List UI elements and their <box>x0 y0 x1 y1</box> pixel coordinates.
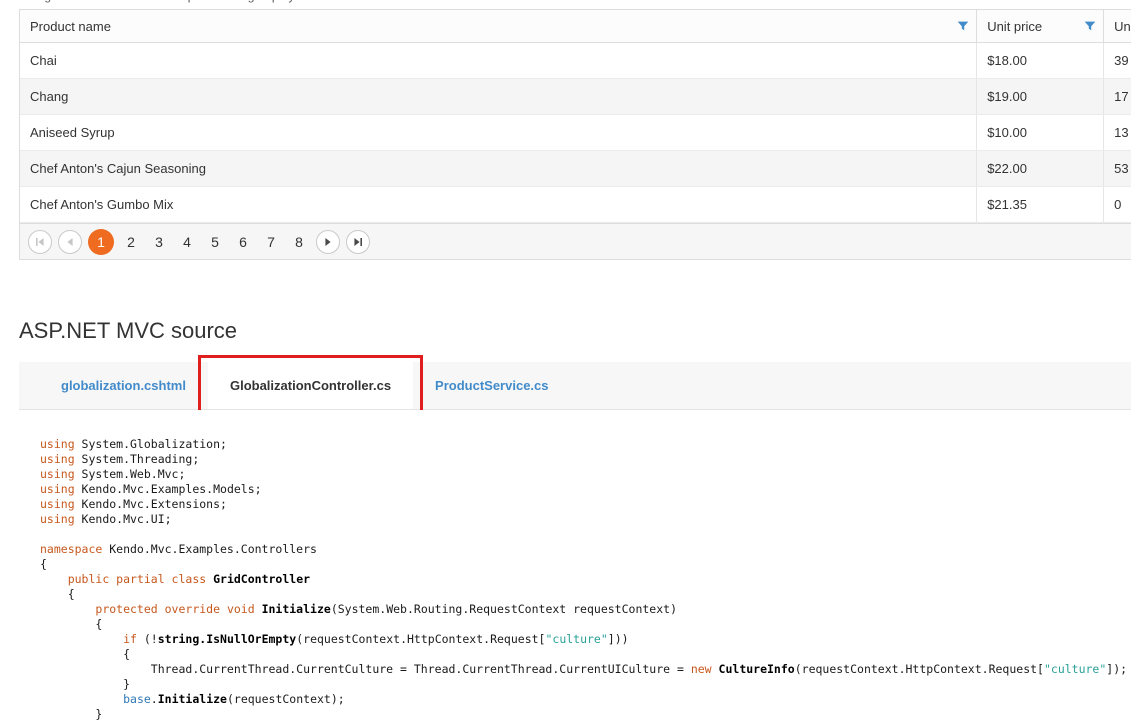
code-line: public partial class GridController <box>40 572 1131 587</box>
column-header-label: Product name <box>30 19 111 34</box>
cell-units-in-stock: 39 <box>1104 43 1131 78</box>
code-line: { <box>40 647 1131 662</box>
next-page-icon <box>323 237 333 247</box>
cell-unit-price: $19.00 <box>977 79 1104 114</box>
cell-unit-price: $22.00 <box>977 151 1104 186</box>
previous-page-icon <box>65 237 75 247</box>
page-number[interactable]: 3 <box>148 234 170 250</box>
cell-product-name: Chef Anton's Gumbo Mix <box>20 187 977 222</box>
last-page-button[interactable] <box>346 230 370 254</box>
tab-globalization-controller-cs[interactable]: GlobalizationController.cs <box>208 362 413 409</box>
column-header-unit-price[interactable]: Unit price <box>977 10 1104 42</box>
code-line: using System.Threading; <box>40 452 1131 467</box>
table-row: Chef Anton's Cajun Seasoning $22.00 53 <box>20 151 1131 187</box>
code-line: protected override void Initialize(Syste… <box>40 602 1131 617</box>
code-line: using Kendo.Mvc.UI; <box>40 512 1131 527</box>
code-line: } <box>40 677 1131 692</box>
code-line: base.Initialize(requestContext); <box>40 692 1131 707</box>
group-panel-hint: Drag a column header and drop it here to… <box>25 0 360 3</box>
cell-unit-price: $21.35 <box>977 187 1104 222</box>
first-page-button[interactable] <box>28 230 52 254</box>
page-number[interactable]: 7 <box>260 234 282 250</box>
page-number[interactable]: 2 <box>120 234 142 250</box>
previous-page-button[interactable] <box>58 230 82 254</box>
page-number[interactable]: 5 <box>204 234 226 250</box>
code-line: using System.Web.Mvc; <box>40 467 1131 482</box>
page-title: ASP.NET MVC source <box>19 318 237 344</box>
cell-unit-price: $18.00 <box>977 43 1104 78</box>
table-row: Chai $18.00 39 <box>20 43 1131 79</box>
next-page-button[interactable] <box>316 230 340 254</box>
cell-product-name: Aniseed Syrup <box>20 115 977 150</box>
page-number[interactable]: 8 <box>288 234 310 250</box>
tab-label: GlobalizationController.cs <box>230 378 391 393</box>
code-line: namespace Kendo.Mvc.Examples.Controllers <box>40 542 1131 557</box>
page-number-selected[interactable]: 1 <box>88 229 114 255</box>
first-page-icon <box>35 237 45 247</box>
filter-icon[interactable] <box>1084 20 1096 32</box>
table-row: Chef Anton's Gumbo Mix $21.35 0 <box>20 187 1131 223</box>
filter-icon[interactable] <box>957 20 969 32</box>
code-line: } <box>40 707 1131 722</box>
page-number[interactable]: 4 <box>176 234 198 250</box>
cell-product-name: Chai <box>20 43 977 78</box>
code-line: using System.Globalization; <box>40 437 1131 452</box>
column-header-product-name[interactable]: Product name <box>20 10 977 42</box>
grid: Product name Unit price Units in stock C… <box>19 9 1131 260</box>
code-line: if (!string.IsNullOrEmpty(requestContext… <box>40 632 1131 647</box>
product-grid: Drag a column header and drop it here to… <box>19 0 1131 260</box>
cell-units-in-stock: 17 <box>1104 79 1131 114</box>
code-line: { <box>40 557 1131 572</box>
code-line: using Kendo.Mvc.Examples.Models; <box>40 482 1131 497</box>
column-header-label: Units in stock <box>1114 19 1131 34</box>
source-tabstrip: globalization.cshtml GlobalizationContro… <box>19 362 1131 410</box>
cell-unit-price: $10.00 <box>977 115 1104 150</box>
last-page-icon <box>353 237 363 247</box>
grid-pager: 1 2 3 4 5 6 7 8 <box>20 223 1131 259</box>
code-line: Thread.CurrentThread.CurrentCulture = Th… <box>40 662 1131 677</box>
code-line: { <box>40 617 1131 632</box>
column-header-units-in-stock[interactable]: Units in stock <box>1104 10 1131 42</box>
code-line: { <box>40 587 1131 602</box>
code-line <box>40 527 1131 542</box>
code-line: using Kendo.Mvc.Extensions; <box>40 497 1131 512</box>
tab-globalization-cshtml[interactable]: globalization.cshtml <box>39 362 208 409</box>
cell-units-in-stock: 13 <box>1104 115 1131 150</box>
code-block: using System.Globalization;using System.… <box>19 410 1131 727</box>
grid-header-row: Product name Unit price Units in stock <box>20 10 1131 43</box>
cell-units-in-stock: 53 <box>1104 151 1131 186</box>
cell-product-name: Chang <box>20 79 977 114</box>
cell-product-name: Chef Anton's Cajun Seasoning <box>20 151 977 186</box>
group-panel-clipped: Drag a column header and drop it here to… <box>19 0 1131 9</box>
table-row: Aniseed Syrup $10.00 13 <box>20 115 1131 151</box>
cell-units-in-stock: 0 <box>1104 187 1131 222</box>
page-number[interactable]: 6 <box>232 234 254 250</box>
column-header-label: Unit price <box>987 19 1042 34</box>
table-row: Chang $19.00 17 <box>20 79 1131 115</box>
tab-product-service-cs[interactable]: ProductService.cs <box>413 362 570 409</box>
